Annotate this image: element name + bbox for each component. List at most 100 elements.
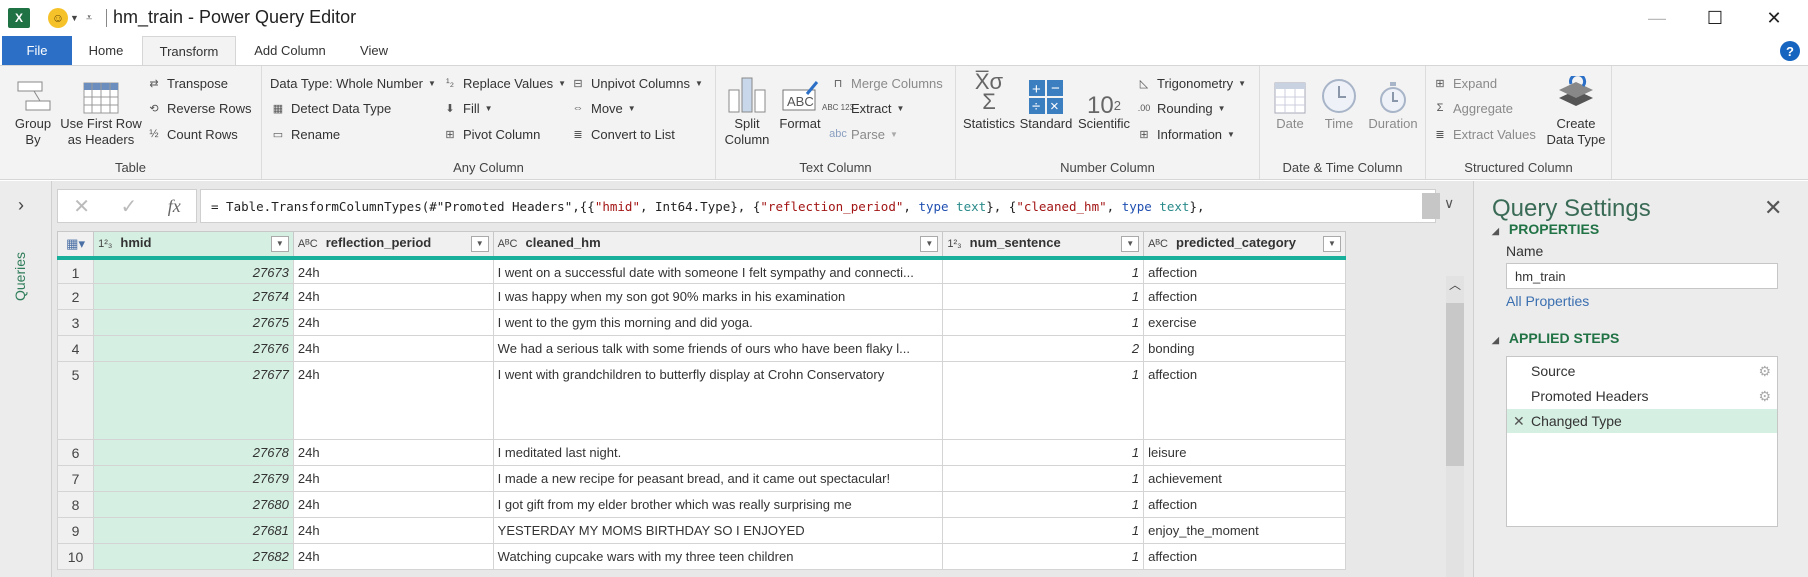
row-number[interactable]: 10	[56, 543, 95, 570]
query-name-input[interactable]	[1506, 263, 1778, 289]
step-source[interactable]: Source ⚙	[1507, 359, 1777, 383]
row-number[interactable]: 1	[56, 257, 95, 284]
expand-queries-icon[interactable]: ›	[18, 195, 24, 216]
table-row[interactable]: 6 27678 24h I meditated last night. 1 leisure	[56, 439, 1346, 466]
cell-reflection-period[interactable]: 24h	[292, 257, 494, 284]
trigonometry-button[interactable]: ◺ Trigonometry ▼	[1136, 73, 1246, 93]
unpivot-columns-button[interactable]: ⊟ Unpivot Columns ▼	[570, 73, 703, 93]
tab-file[interactable]: File	[2, 36, 72, 65]
queries-label[interactable]: Queries	[12, 221, 28, 301]
close-settings-icon[interactable]: ✕	[1764, 195, 1782, 221]
chevron-down-icon[interactable]: ▼	[70, 13, 79, 23]
applied-steps-header[interactable]: ◢ APPLIED STEPS	[1492, 330, 1619, 346]
cell-cleaned-hm[interactable]: I went on a successful date with someone…	[492, 257, 944, 284]
row-number[interactable]: 9	[56, 517, 95, 544]
cell-hmid[interactable]: 27676	[93, 335, 294, 362]
cell-predicted-category[interactable]: exercise	[1143, 309, 1346, 336]
filter-dropdown-icon[interactable]: ▼	[1121, 236, 1140, 253]
table-row[interactable]: 4 27676 24h We had a serious talk with some…	[56, 335, 1346, 362]
convert-to-list-button[interactable]: ≣ Convert to List	[570, 124, 674, 144]
time-button[interactable]: Time	[1316, 70, 1362, 132]
column-header-predicted-category[interactable]: AᴮC predicted_category ▼	[1143, 231, 1346, 260]
pivot-column-button[interactable]: ⊞ Pivot Column	[442, 124, 540, 144]
table-row[interactable]: 8 27680 24h I got gift from my elder brothe…	[56, 491, 1346, 518]
row-number[interactable]: 8	[56, 491, 95, 518]
step-changed-type[interactable]: ✕ Changed Type	[1507, 409, 1777, 433]
cell-reflection-period[interactable]: 24h	[292, 517, 494, 544]
cell-cleaned-hm[interactable]: I meditated last night.	[492, 439, 944, 466]
cell-predicted-category[interactable]: achievement	[1143, 465, 1346, 492]
table-row[interactable]: 7 27679 24h I made a new recipe for peasant…	[56, 465, 1346, 492]
filter-dropdown-icon[interactable]: ▼	[920, 236, 939, 253]
cell-reflection-period[interactable]: 24h	[292, 491, 494, 518]
cell-reflection-period[interactable]: 24h	[292, 439, 494, 466]
column-header-hmid[interactable]: 1²₃ hmid ▼	[93, 231, 294, 260]
cell-hmid[interactable]: 27679	[93, 465, 294, 492]
gear-icon[interactable]: ⚙	[1758, 363, 1771, 380]
extract-values-button[interactable]: ≣ Extract Values	[1432, 124, 1535, 144]
cell-num-sentence[interactable]: 1	[942, 439, 1145, 466]
information-button[interactable]: ⊞ Information ▼	[1136, 124, 1235, 144]
row-number[interactable]: 6	[56, 439, 95, 466]
column-header-cleaned-hm[interactable]: AᴮC cleaned_hm ▼	[492, 231, 944, 260]
rename-button[interactable]: ▭ Rename	[270, 124, 340, 144]
tab-home[interactable]: Home	[76, 36, 136, 65]
date-button[interactable]: Date	[1266, 70, 1314, 132]
fx-icon[interactable]: fx	[168, 196, 181, 217]
extract-button[interactable]: ABC 123 Extract ▼	[822, 98, 904, 118]
scroll-thumb[interactable]	[1446, 303, 1464, 466]
split-column-button[interactable]: Split Column	[722, 70, 772, 148]
cell-predicted-category[interactable]: affection	[1143, 543, 1346, 570]
help-icon[interactable]: ?	[1780, 41, 1800, 61]
cell-hmid[interactable]: 27682	[93, 543, 294, 570]
scroll-up-icon[interactable]: ︿	[1446, 276, 1464, 296]
statistics-button[interactable]: X̅σ Σ Statistics	[962, 70, 1016, 132]
row-number[interactable]: 2	[56, 283, 95, 310]
table-row[interactable]: 2 27674 24h I was happy when my son got 90%…	[56, 283, 1346, 310]
cell-cleaned-hm[interactable]: YESTERDAY MY MOMS BIRTHDAY SO I ENJOYED	[492, 517, 944, 544]
table-row[interactable]: 3 27675 24h I went to the gym this morning …	[56, 309, 1346, 336]
cell-cleaned-hm[interactable]: Watching cupcake wars with my three teen…	[492, 543, 944, 570]
cell-num-sentence[interactable]: 1	[942, 517, 1145, 544]
move-button[interactable]: ⇔ Move ▼	[570, 98, 636, 118]
merge-columns-button[interactable]: ⊓ Merge Columns	[830, 73, 943, 93]
cell-reflection-period[interactable]: 24h	[292, 283, 494, 310]
format-button[interactable]: ABC Format	[778, 70, 822, 132]
cell-hmid[interactable]: 27680	[93, 491, 294, 518]
cell-reflection-period[interactable]: 24h	[292, 543, 494, 570]
cell-predicted-category[interactable]: affection	[1143, 491, 1346, 518]
cell-num-sentence[interactable]: 1	[942, 309, 1145, 336]
cell-reflection-period[interactable]: 24h	[292, 465, 494, 492]
smiley-feedback-icon[interactable]: ☺	[48, 8, 68, 28]
close-button[interactable]: ✕	[1759, 6, 1789, 30]
parse-button[interactable]: abc Parse ▼	[829, 124, 898, 144]
commit-formula-icon[interactable]: ✓	[120, 194, 137, 219]
cancel-formula-icon[interactable]: ✕	[73, 194, 90, 219]
row-number[interactable]: 7	[56, 465, 95, 492]
cell-num-sentence[interactable]: 1	[942, 361, 1145, 440]
column-header-num-sentence[interactable]: 1²₃ num_sentence ▼	[942, 231, 1145, 260]
cell-num-sentence[interactable]: 1	[942, 283, 1145, 310]
cell-num-sentence[interactable]: 1	[942, 491, 1145, 518]
filter-dropdown-icon[interactable]: ▼	[1323, 236, 1341, 253]
fill-button[interactable]: ⬇ Fill ▼	[442, 98, 492, 118]
minimize-button[interactable]: —	[1642, 6, 1672, 30]
row-number[interactable]: 4	[56, 335, 95, 362]
table-row[interactable]: 10 27682 24h Watching cupcake wars with my …	[56, 543, 1346, 570]
column-header-reflection-period[interactable]: AᴮC reflection_period ▼	[292, 231, 494, 260]
filter-dropdown-icon[interactable]: ▼	[470, 236, 489, 253]
detect-data-type-button[interactable]: ▦ Detect Data Type	[270, 98, 391, 118]
count-rows-button[interactable]: ½ Count Rows	[146, 124, 237, 144]
cell-cleaned-hm[interactable]: I was happy when my son got 90% marks in…	[492, 283, 944, 310]
maximize-button[interactable]: ☐	[1700, 6, 1730, 30]
filter-dropdown-icon[interactable]: ▼	[270, 236, 289, 253]
cell-predicted-category[interactable]: affection	[1143, 361, 1346, 440]
table-row[interactable]: 5 27677 24h I went with grandchildren to bu…	[56, 361, 1346, 440]
row-number[interactable]: 3	[56, 309, 95, 336]
cell-cleaned-hm[interactable]: I made a new recipe for peasant bread, a…	[492, 465, 944, 492]
table-row[interactable]: 9 27681 24h YESTERDAY MY MOMS BIRTHDAY SO I…	[56, 517, 1346, 544]
delete-step-icon[interactable]: ✕	[1513, 413, 1525, 430]
cell-cleaned-hm[interactable]: I went to the gym this morning and did y…	[492, 309, 944, 336]
step-promoted-headers[interactable]: Promoted Headers ⚙	[1507, 384, 1777, 408]
cell-hmid[interactable]: 27675	[93, 309, 294, 336]
